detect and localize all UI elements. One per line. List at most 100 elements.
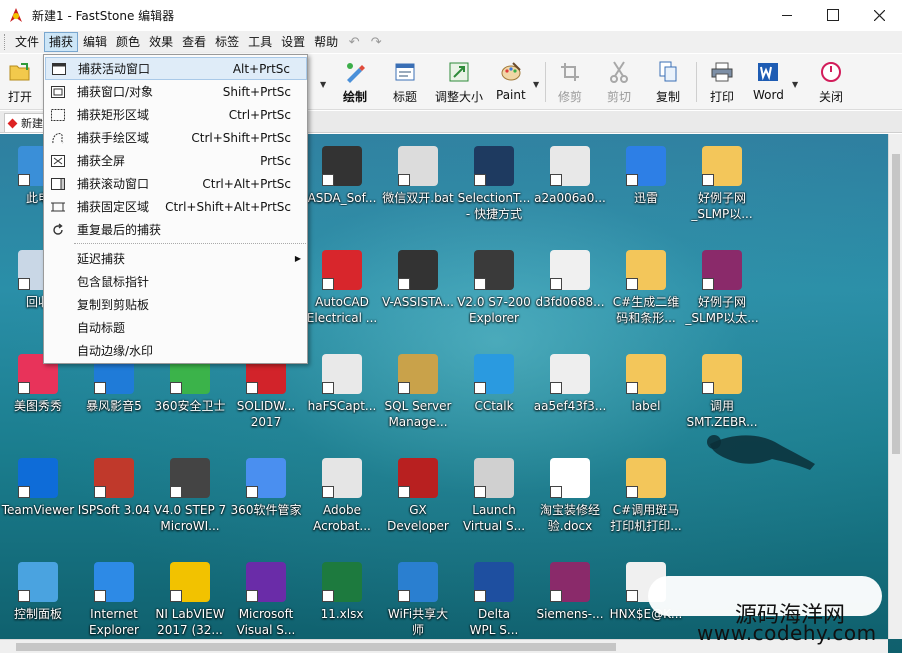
- desktop-icon[interactable]: 360软件管家: [228, 458, 304, 518]
- desktop-icon[interactable]: 11.xlsx: [304, 562, 380, 622]
- desktop-icon[interactable]: label: [608, 354, 684, 414]
- chevron-down-icon[interactable]: ▼: [792, 80, 798, 89]
- menu-capture-scrolling-window[interactable]: 捕获滚动窗口 Ctrl+Alt+PrtSc: [45, 172, 307, 195]
- cut-button[interactable]: 剪切: [607, 60, 631, 106]
- menu-capture[interactable]: 捕获: [44, 32, 79, 52]
- crop-button[interactable]: 修剪: [558, 60, 582, 106]
- desktop-icon[interactable]: SelectionT... - 快捷方式: [456, 146, 532, 222]
- desktop-icon[interactable]: ISPSoft 3.04: [76, 458, 152, 518]
- desktop-icon[interactable]: 控制面板: [0, 562, 76, 622]
- desktop-icon[interactable]: Internet Explorer: [76, 562, 152, 638]
- chevron-down-icon[interactable]: ▼: [320, 80, 326, 89]
- desktop-icon[interactable]: WiFi共享大师: [380, 562, 456, 638]
- desktop-icon[interactable]: Delta WPL S...: [456, 562, 532, 638]
- desktop-icon[interactable]: Microsoft Visual S...: [228, 562, 304, 638]
- maximize-button[interactable]: [810, 0, 856, 30]
- desktop-icon[interactable]: V2.0 S7-200 Explorer: [456, 250, 532, 326]
- menu-capture-active-window[interactable]: 捕获活动窗口 Alt+PrtSc: [45, 57, 307, 80]
- desktop-app-icon: [18, 562, 58, 602]
- desktop-icon-label: V2.0 S7-200: [457, 295, 531, 309]
- desktop-icon[interactable]: 好例子网 _SLMP以太...: [684, 250, 760, 326]
- desktop-icon[interactable]: haFSCapt...: [304, 354, 380, 414]
- caption-button[interactable]: 标题: [393, 60, 417, 106]
- desktop-app-icon: [398, 146, 438, 186]
- desktop-icon[interactable]: ASDA_Sof...: [304, 146, 380, 206]
- desktop-icon[interactable]: aa5ef43f3...: [532, 354, 608, 414]
- copy-button[interactable]: 复制: [656, 60, 680, 106]
- close-image-button[interactable]: 关闭: [819, 60, 843, 106]
- menu-include-cursor[interactable]: 包含鼠标指针: [45, 270, 307, 293]
- minimize-button[interactable]: [764, 0, 810, 30]
- chevron-down-icon[interactable]: ▼: [533, 80, 539, 89]
- desktop-icon[interactable]: GX Developer: [380, 458, 456, 534]
- close-window-button[interactable]: [856, 0, 902, 30]
- vertical-scroll-thumb[interactable]: [892, 154, 900, 454]
- desktop-icon-label: NI LabVIEW: [155, 607, 225, 621]
- menu-auto-edge-watermark[interactable]: 自动边缘/水印: [45, 339, 307, 362]
- menu-view[interactable]: 查看: [178, 32, 210, 52]
- menu-capture-fullscreen[interactable]: 捕获全屏 PrtSc: [45, 149, 307, 172]
- desktop-icon[interactable]: V-ASSISTA...: [380, 250, 456, 310]
- menu-repeat-last-capture[interactable]: 重复最后的捕获: [45, 218, 307, 241]
- shortcut-arrow-icon: [702, 174, 714, 186]
- menu-capture-fixed-region[interactable]: 捕获固定区域 Ctrl+Shift+Alt+PrtSc: [45, 195, 307, 218]
- desktop-icon[interactable]: 微信双开.bat: [380, 146, 456, 206]
- menu-color[interactable]: 颜色: [112, 32, 144, 52]
- menu-separator: [74, 243, 306, 244]
- menu-tabs[interactable]: 标签: [211, 32, 243, 52]
- menu-edit[interactable]: 编辑: [79, 32, 111, 52]
- desktop-icon-label-line2: MicroWI...: [160, 519, 220, 533]
- desktop-icon[interactable]: Siemens-...: [532, 562, 608, 622]
- menu-copy-to-clipboard[interactable]: 复制到剪贴板: [45, 293, 307, 316]
- menu-settings[interactable]: 设置: [277, 32, 309, 52]
- cut-label: 剪切: [607, 90, 632, 104]
- resize-label: 调整大小: [435, 90, 484, 104]
- desktop-icon[interactable]: CCtalk: [456, 354, 532, 414]
- desktop-icon[interactable]: Adobe Acrobat...: [304, 458, 380, 534]
- paint-button[interactable]: Paint: [496, 60, 526, 106]
- desktop-icon[interactable]: TeamViewer: [0, 458, 76, 518]
- resize-button[interactable]: 调整大小: [435, 60, 483, 106]
- word-button[interactable]: Word: [753, 60, 784, 106]
- desktop-icon[interactable]: 淘宝装修经 验.docx: [532, 458, 608, 534]
- desktop-app-icon: [474, 354, 514, 394]
- desktop-icon[interactable]: 迅雷: [608, 146, 684, 206]
- shortcut-arrow-icon: [626, 486, 638, 498]
- shortcut-arrow-icon: [322, 278, 334, 290]
- print-button[interactable]: 打印: [710, 60, 734, 106]
- desktop-icon[interactable]: AutoCAD Electrical ...: [304, 250, 380, 326]
- desktop-icon[interactable]: Launch Virtual S...: [456, 458, 532, 534]
- desktop-icon[interactable]: C#调用斑马 打印机打印...: [608, 458, 684, 534]
- desktop-icon-label: TeamViewer: [1, 503, 75, 517]
- desktop-icon[interactable]: C#生成二维 码和条形...: [608, 250, 684, 326]
- close-icon: [873, 9, 885, 21]
- horizontal-scroll-thumb[interactable]: [16, 643, 616, 651]
- desktop-icon[interactable]: NI LabVIEW 2017 (32...: [152, 562, 228, 638]
- desktop-icon[interactable]: d3fd0688...: [532, 250, 608, 310]
- desktop-icon[interactable]: V4.0 STEP 7 MicroWI...: [152, 458, 228, 534]
- open-button[interactable]: 打开: [8, 60, 32, 106]
- menu-file[interactable]: 文件: [11, 32, 43, 52]
- menu-capture-freehand[interactable]: 捕获手绘区域 Ctrl+Shift+PrtSc: [45, 126, 307, 149]
- desktop-icon[interactable]: SQL Server Manage...: [380, 354, 456, 430]
- desktop-icon[interactable]: 调用 SMT.ZEBR...: [684, 354, 760, 430]
- menu-capture-rectangle[interactable]: 捕获矩形区域 Ctrl+PrtSc: [45, 103, 307, 126]
- undo-icon[interactable]: ↶: [343, 35, 365, 50]
- desktop-icon[interactable]: 好例子网 _SLMP以...: [684, 146, 760, 222]
- redo-icon[interactable]: ↷: [365, 35, 387, 50]
- menu-effects[interactable]: 效果: [145, 32, 177, 52]
- shortcut-arrow-icon: [18, 174, 30, 186]
- shortcut-arrow-icon: [550, 278, 562, 290]
- menu-tools[interactable]: 工具: [244, 32, 276, 52]
- desktop-icon[interactable]: a2a006a0...: [532, 146, 608, 206]
- draw-button[interactable]: 绘制: [343, 60, 367, 106]
- menu-help[interactable]: 帮助: [310, 32, 342, 52]
- menu-delay-capture[interactable]: 延迟捕获 ▶: [45, 247, 307, 270]
- desktop-icon[interactable]: SOLIDW... 2017: [228, 354, 304, 430]
- vertical-scrollbar[interactable]: [888, 134, 902, 639]
- menu-auto-caption[interactable]: 自动标题: [45, 316, 307, 339]
- menu-capture-window-object[interactable]: 捕获窗口/对象 Shift+PrtSc: [45, 80, 307, 103]
- desktop-icon-label: ASDA_Sof...: [307, 191, 377, 205]
- shortcut-arrow-icon: [626, 174, 638, 186]
- copy-icon: [656, 60, 680, 84]
